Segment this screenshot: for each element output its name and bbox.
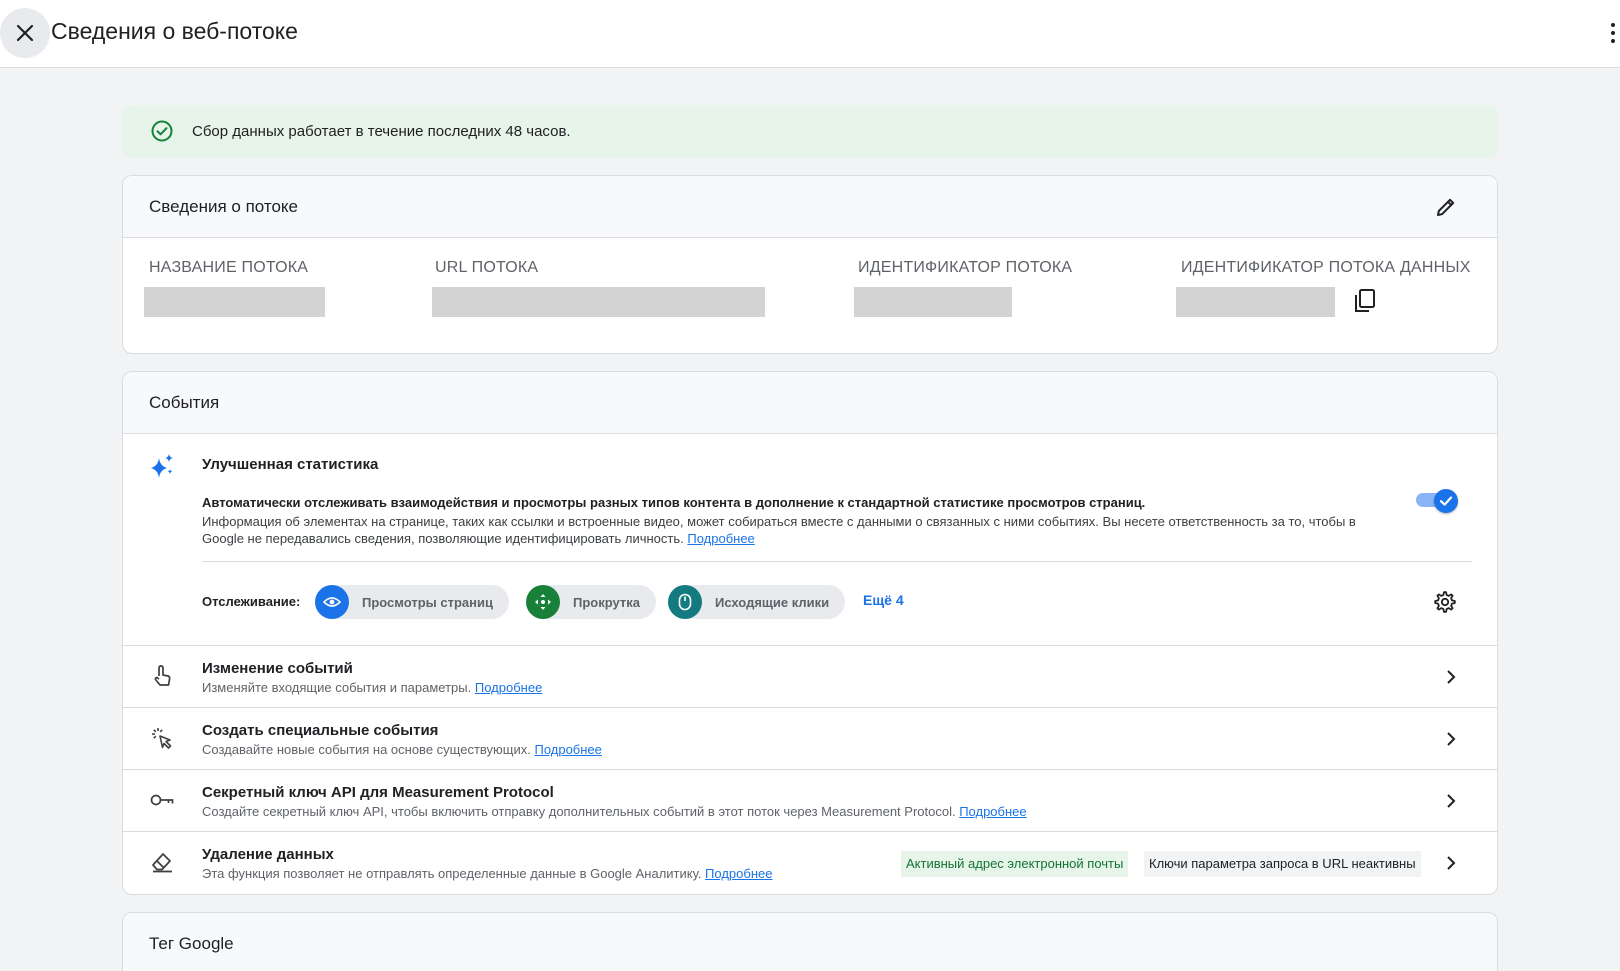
row-description: Создайте секретный ключ API, чтобы включ… [202, 804, 1027, 819]
stream-url-label: URL ПОТОКА [435, 259, 539, 276]
row-description: Создавайте новые события на основе сущес… [202, 742, 602, 757]
more-chips-link[interactable]: Ещё 4 [863, 592, 904, 608]
learn-more-link[interactable]: Подробнее [475, 680, 542, 695]
row-create-events[interactable]: Создать специальные события Создавайте н… [123, 707, 1497, 769]
close-icon [16, 24, 34, 42]
tracking-label: Отслеживание: [202, 594, 301, 609]
toggle-knob [1434, 489, 1458, 513]
chevron-right-icon [1441, 853, 1461, 873]
card-header: Тег Google [123, 913, 1497, 971]
touch-icon [149, 663, 175, 689]
check-icon [1439, 496, 1453, 506]
card-header: Сведения о потоке [123, 176, 1497, 238]
status-badge: Ключи параметра запроса в URL неактивны [1144, 851, 1421, 877]
stream-id-label: ИДЕНТИФИКАТОР ПОТОКА [858, 259, 1073, 276]
row-modify-events[interactable]: Изменение событий Изменяйте входящие соб… [123, 645, 1497, 707]
copy-icon [1355, 289, 1375, 312]
learn-more-link[interactable]: Подробнее [534, 742, 601, 757]
click-icon [149, 725, 175, 751]
row-title: Изменение событий [202, 660, 353, 677]
more-vert-icon [1611, 23, 1615, 27]
learn-more-link[interactable]: Подробнее [705, 866, 772, 881]
card-header: События [123, 372, 1497, 434]
gear-icon [1434, 591, 1456, 613]
scroll-icon [526, 585, 560, 619]
card-title: События [149, 393, 220, 412]
chip-label: Исходящие клики [715, 594, 830, 610]
check-circle-icon [151, 120, 173, 142]
status-badge: Активный адрес электронной почты [901, 851, 1129, 877]
learn-more-link[interactable]: Подробнее [687, 531, 754, 546]
learn-more-link[interactable]: Подробнее [959, 804, 1026, 819]
row-title: Создать специальные события [202, 722, 439, 739]
row-title: Удаление данных [202, 846, 334, 863]
key-icon [149, 787, 175, 813]
settings-button[interactable] [1432, 589, 1458, 615]
chevron-right-icon [1441, 791, 1461, 811]
divider [202, 561, 1472, 562]
stream-name-value [144, 287, 325, 317]
stream-url-value [432, 287, 765, 317]
chip-scroll[interactable]: Прокрутка [526, 585, 656, 619]
row-measurement-protocol[interactable]: Секретный ключ API для Measurement Proto… [123, 769, 1497, 831]
enhanced-measurement-title: Улучшенная статистика [202, 456, 379, 473]
enhanced-measurement-description: Информация об элементах на странице, так… [202, 513, 1377, 547]
pencil-icon [1437, 198, 1455, 216]
close-button[interactable] [0, 8, 50, 58]
enhanced-measurement-toggle[interactable] [1416, 489, 1458, 513]
copy-button[interactable] [1351, 287, 1379, 315]
sparkle-icon [151, 454, 173, 478]
eraser-icon [149, 849, 175, 875]
eye-icon [315, 585, 349, 619]
page-title: Сведения о веб-потоке [51, 18, 298, 44]
chevron-right-icon [1441, 667, 1461, 687]
row-description: Эта функция позволяет не отправлять опре… [202, 866, 773, 881]
edit-button[interactable] [1433, 194, 1459, 220]
card-title: Тег Google [149, 934, 234, 953]
stream-name-label: НАЗВАНИЕ ПОТОКА [149, 259, 309, 276]
more-options-button[interactable] [1606, 20, 1620, 46]
row-data-redaction[interactable]: Удаление данных Эта функция позволяет не… [123, 831, 1497, 893]
chip-outbound-clicks[interactable]: Исходящие клики [668, 585, 846, 619]
chevron-right-icon [1441, 729, 1461, 749]
measurement-id-label: ИДЕНТИФИКАТОР ПОТОКА ДАННЫХ [1181, 259, 1471, 276]
stream-id-value [854, 287, 1012, 317]
stream-details-card: Сведения о потоке НАЗВАНИЕ ПОТОКА URL ПО… [122, 175, 1498, 354]
chip-page-views[interactable]: Просмотры страниц [315, 585, 509, 619]
chip-label: Просмотры страниц [362, 594, 493, 610]
description-text: Информация об элементах на странице, так… [202, 514, 1356, 546]
events-card: События Улучшенная статистика Автоматиче… [122, 371, 1498, 895]
banner-text: Сбор данных работает в течение последних… [192, 123, 571, 140]
measurement-id-value [1176, 287, 1335, 317]
card-title: Сведения о потоке [149, 197, 298, 216]
enhanced-measurement-summary: Автоматически отслеживать взаимодействия… [202, 495, 1146, 510]
chip-label: Прокрутка [573, 594, 640, 610]
row-description: Изменяйте входящие события и параметры. … [202, 680, 543, 695]
google-tag-card: Тег Google [122, 912, 1498, 971]
row-title: Секретный ключ API для Measurement Proto… [202, 784, 554, 801]
top-bar: Сведения о веб-потоке [0, 0, 1620, 68]
status-banner: Сбор данных работает в течение последних… [122, 105, 1498, 158]
mouse-icon [668, 585, 702, 619]
